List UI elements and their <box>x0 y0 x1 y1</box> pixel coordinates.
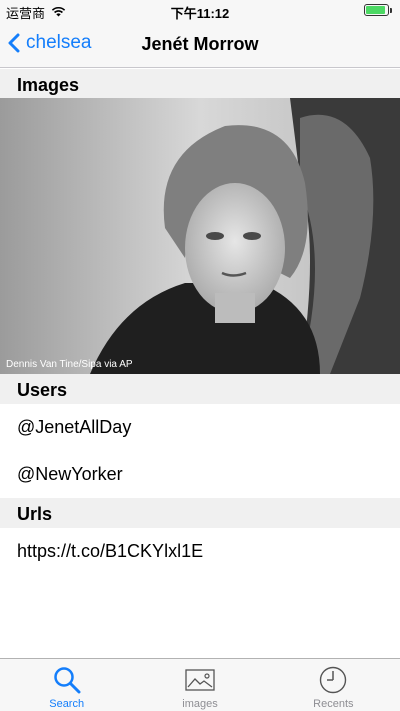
user-cell[interactable]: @JenetAllDay <box>0 404 400 451</box>
photo-graphic <box>0 98 400 374</box>
section-header-users: Users <box>0 374 400 404</box>
user-cell[interactable]: @NewYorker <box>0 451 400 498</box>
tab-images[interactable]: images <box>133 659 266 711</box>
battery-cap <box>390 7 392 13</box>
battery-body <box>364 4 389 16</box>
tab-label-recents: Recents <box>313 698 354 710</box>
section-header-images: Images <box>0 69 400 99</box>
battery-fill <box>366 6 385 14</box>
tab-label-images: images <box>182 698 218 710</box>
profile-photo[interactable]: Dennis Van Tine/Sipa via AP <box>0 98 400 374</box>
url-cell[interactable]: https://t.co/B1CKYlxl1E <box>0 528 400 575</box>
page-title: Jenét Morrow <box>141 34 259 54</box>
photo-credit: Dennis Van Tine/Sipa via AP <box>6 359 133 370</box>
image-icon <box>185 665 215 695</box>
tab-search[interactable]: Search <box>0 659 133 711</box>
clock-icon <box>319 665 347 695</box>
status-time: 下午11:12 <box>170 6 230 21</box>
battery-icon <box>364 4 392 16</box>
navigation-bar: chelsea Jenét Morrow <box>0 22 400 68</box>
status-bar: 运营商 下午11:12 <box>0 0 400 22</box>
section-header-urls: Urls <box>0 498 400 528</box>
tab-label-search: Search <box>49 698 85 710</box>
tab-recents[interactable]: Recents <box>267 659 400 711</box>
search-icon <box>53 665 81 695</box>
tab-bar: Search images Recents <box>0 658 400 711</box>
